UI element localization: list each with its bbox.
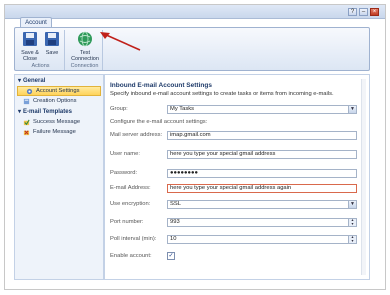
title-bar[interactable]: ? – × — [5, 5, 385, 19]
failure-icon — [23, 129, 30, 135]
sidebar-item-failure-message[interactable]: Failure Message — [15, 127, 103, 137]
group-select[interactable]: My Tasks ▼ — [167, 105, 357, 114]
password-label: Password: — [110, 170, 138, 176]
window-controls: ? – × — [348, 8, 379, 16]
ribbon: Save & Close Save Actions Test Connectio… — [14, 27, 370, 71]
sidebar-item-label: Success Message — [33, 119, 81, 125]
server-label: Mail server address: — [110, 132, 163, 138]
email-label: E-mail Address: — [110, 185, 151, 191]
poll-value: 10 — [170, 236, 177, 242]
spinner-icon[interactable]: ▲ ▼ — [348, 219, 356, 226]
page-title: Inbound E-mail Account Settings — [110, 82, 212, 89]
test-connection-button[interactable]: Test Connection — [69, 31, 101, 62]
sidebar-item-label: Failure Message — [33, 129, 76, 135]
save-button[interactable]: Save — [41, 31, 63, 56]
config-heading: Configure the e-mail account settings: — [110, 119, 208, 125]
red-arrow-annotation — [100, 32, 141, 51]
email-input[interactable]: here you type your special gmail address… — [167, 184, 357, 193]
options-icon — [23, 98, 30, 104]
sidebar-item-success-message[interactable]: Success Message — [15, 117, 103, 127]
sidebar-section-title: General — [23, 77, 46, 84]
sidebar-section-email-templates[interactable]: ▾ E-mail Templates — [15, 106, 103, 117]
sidebar: ▾ General Account Settings Creation Opti… — [14, 74, 104, 280]
collapse-icon: ▾ — [18, 78, 22, 84]
user-label: User name: — [110, 151, 140, 157]
help-button[interactable]: ? — [348, 8, 357, 16]
group-select-value: My Tasks — [170, 106, 195, 112]
settings-panel: Inbound E-mail Account Settings Specify … — [104, 74, 370, 280]
globe-icon — [78, 31, 92, 47]
sidebar-section-title: E-mail Templates — [23, 108, 72, 115]
chevron-down-icon[interactable]: ▼ — [348, 106, 356, 113]
encryption-select-value: SSL — [170, 201, 181, 207]
test-connection-label: Test Connection — [71, 50, 99, 62]
poll-label: Poll interval (min): — [110, 236, 157, 242]
sidebar-item-label: Account Settings — [36, 88, 80, 94]
collapse-icon: ▾ — [18, 109, 22, 115]
spinner-icon[interactable]: ▲ ▼ — [348, 236, 356, 243]
minimize-button[interactable]: – — [359, 8, 368, 16]
save-close-button[interactable]: Save & Close — [19, 31, 41, 62]
chevron-down-icon[interactable]: ▼ — [348, 201, 356, 208]
sidebar-item-creation-options[interactable]: Creation Options — [15, 96, 103, 106]
ribbon-group-actions: Save & Close Save Actions — [17, 30, 65, 70]
password-input[interactable]: ●●●●●●●● — [167, 169, 357, 178]
save-close-icon — [23, 32, 37, 46]
success-icon — [23, 119, 30, 125]
encryption-select[interactable]: SSL ▼ — [167, 200, 357, 209]
sidebar-item-label: Creation Options — [33, 98, 77, 104]
port-value: 993 — [170, 219, 180, 225]
scrollbar[interactable] — [361, 79, 366, 275]
connection-group-label: Connection — [70, 63, 99, 69]
sidebar-section-general[interactable]: ▾ General — [15, 75, 103, 86]
user-input[interactable]: here you type your special gmail address — [167, 150, 357, 159]
group-label: Group: — [110, 106, 128, 112]
save-close-label: Save & Close — [21, 50, 39, 62]
actions-group-label: Actions — [31, 63, 50, 69]
save-label: Save — [45, 50, 59, 56]
server-input[interactable]: imap.gmail.com — [167, 131, 357, 140]
page-description: Specify inbound e-mail account settings … — [110, 91, 334, 97]
port-label: Port number: — [110, 219, 144, 225]
save-icon — [45, 32, 59, 46]
settings-icon — [26, 88, 33, 94]
sidebar-item-account-settings[interactable]: Account Settings — [17, 86, 101, 96]
close-button[interactable]: × — [370, 8, 379, 16]
enable-label: Enable account: — [110, 253, 152, 259]
enable-account-checkbox[interactable]: ✓ — [167, 252, 175, 260]
encryption-label: Use encryption: — [110, 201, 151, 207]
poll-stepper[interactable]: 10 ▲ ▼ — [167, 235, 357, 244]
port-stepper[interactable]: 993 ▲ ▼ — [167, 218, 357, 227]
